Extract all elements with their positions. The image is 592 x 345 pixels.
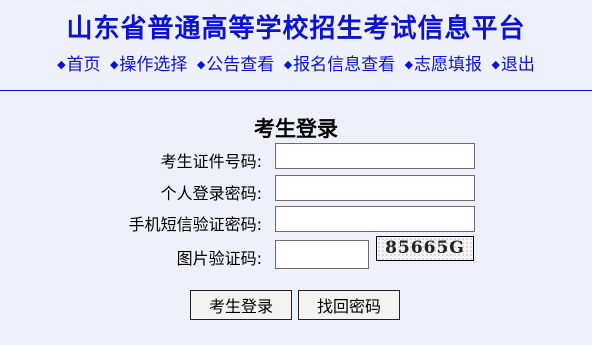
nav-registration-info-label: 报名信息查看	[293, 55, 396, 75]
nav-operation-select[interactable]: ◆操作选择	[110, 50, 187, 75]
recover-password-button[interactable]: 找回密码	[298, 290, 400, 320]
id-number-input[interactable]	[275, 143, 475, 169]
top-nav: ◆首页 ◆操作选择 ◆公告查看 ◆报名信息查看 ◆志愿填报 ◆退出	[0, 50, 592, 75]
login-title: 考生登录	[254, 117, 338, 141]
captcha-input[interactable]	[275, 240, 369, 269]
captcha-image[interactable]: 85665G	[376, 236, 474, 261]
nav-registration-info[interactable]: ◆报名信息查看	[284, 50, 395, 75]
nav-home[interactable]: ◆首页	[57, 50, 100, 75]
nav-logout-label: 退出	[500, 55, 535, 75]
header-divider	[0, 90, 592, 91]
nav-announcements-label: 公告查看	[206, 55, 275, 75]
diamond-bullet-icon: ◆	[57, 58, 66, 71]
captcha-label: 图片验证码:	[176, 249, 262, 268]
diamond-bullet-icon: ◆	[491, 58, 500, 71]
password-label: 个人登录密码:	[160, 184, 262, 203]
sms-code-input[interactable]	[275, 206, 475, 232]
nav-operation-select-label: 操作选择	[119, 55, 188, 75]
diamond-bullet-icon: ◆	[196, 58, 206, 71]
diamond-bullet-icon: ◆	[283, 58, 293, 71]
nav-home-label: 首页	[66, 55, 101, 75]
diamond-bullet-icon: ◆	[109, 58, 119, 71]
login-button[interactable]: 考生登录	[190, 290, 292, 320]
nav-announcements[interactable]: ◆公告查看	[197, 50, 274, 75]
nav-volunteer-fill-label: 志愿填报	[414, 55, 483, 75]
nav-logout[interactable]: ◆退出	[491, 50, 534, 75]
password-input[interactable]	[275, 175, 475, 201]
diamond-bullet-icon: ◆	[404, 58, 414, 71]
site-title: 山东省普通高等学校招生考试信息平台	[66, 14, 526, 44]
sms-code-label: 手机短信验证密码:	[128, 215, 262, 234]
nav-volunteer-fill[interactable]: ◆志愿填报	[405, 50, 482, 75]
id-number-label: 考生证件号码:	[160, 152, 262, 171]
